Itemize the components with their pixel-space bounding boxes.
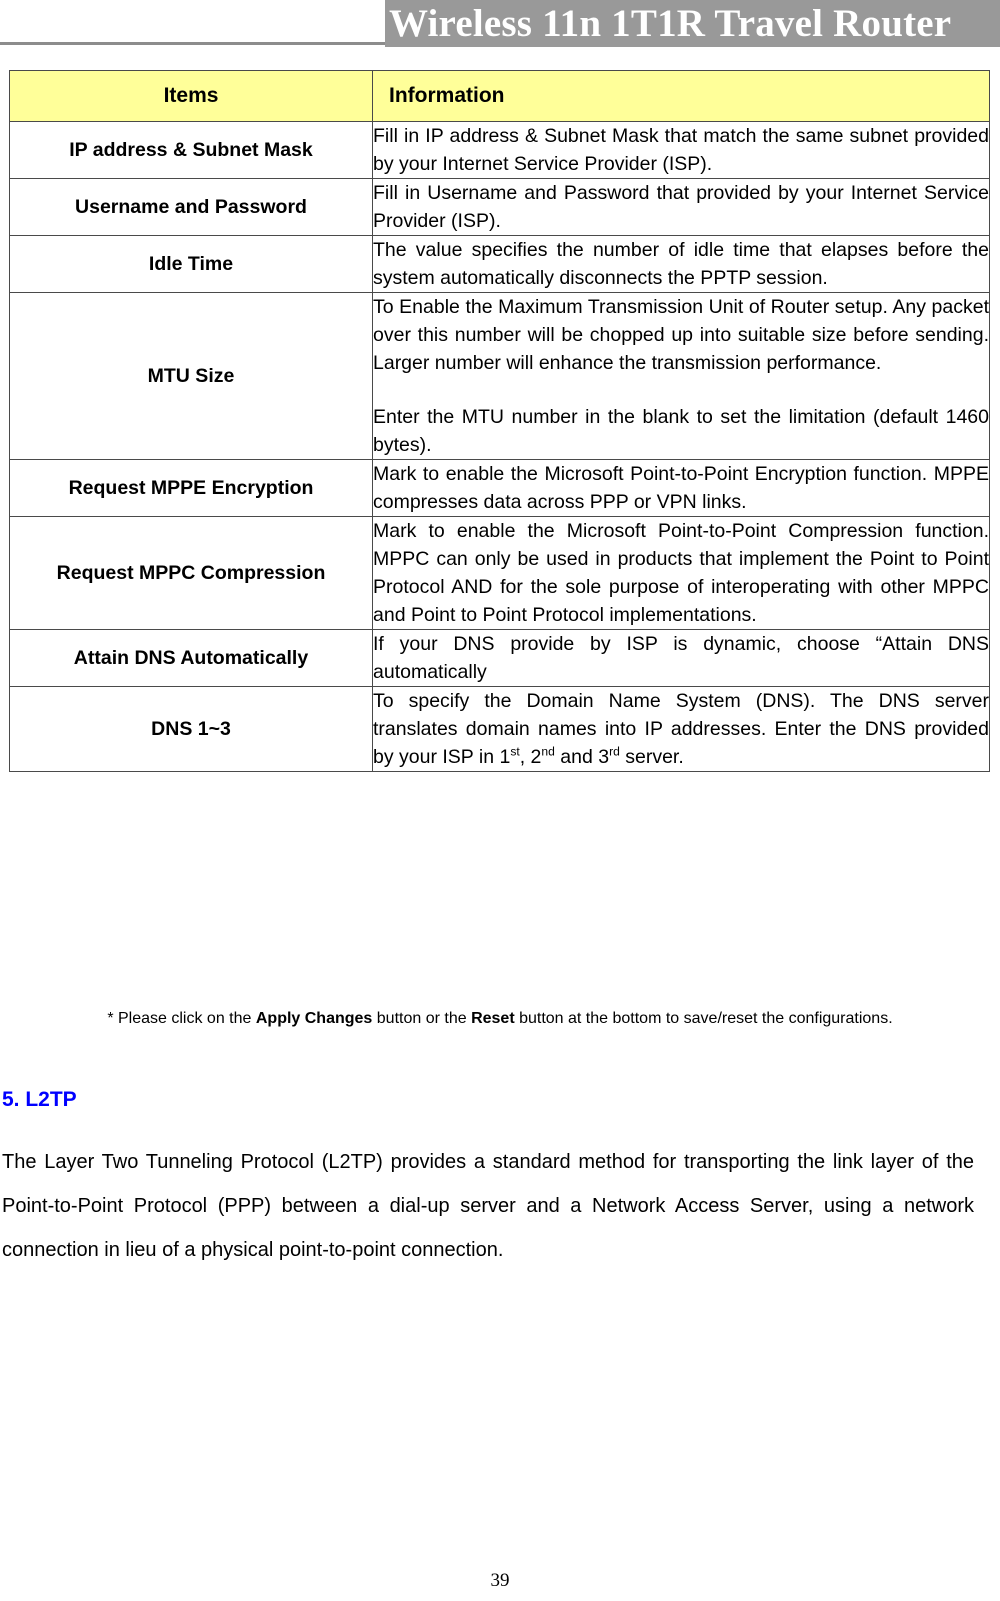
table-cell-description: Mark to enable the Microsoft Point-to-Po… — [372, 459, 990, 517]
footnote-mid: button or the — [372, 1010, 472, 1027]
table-header: Items Information — [9, 70, 990, 122]
description-paragraph: The value specifies the number of idle t… — [373, 239, 989, 289]
footnote-suffix: button at the bottom to save/reset the c… — [514, 1010, 893, 1027]
header-title: Wireless 11n 1T1R Travel Router — [389, 1, 952, 45]
column-header-items-label: Items — [163, 84, 219, 107]
column-header-information-label: Information — [389, 84, 505, 107]
table-row: Username and Password Fill in Username an… — [9, 178, 990, 236]
table-row: MTU Size To Enable the Maximum Transmissi… — [9, 292, 990, 460]
footnote: * Please click on the Apply Changes butt… — [0, 1008, 1000, 1030]
section-body-l2tp: The Layer Two Tunneling Protocol (L2TP) … — [2, 1151, 974, 1261]
section-heading-l2tp: 5. L2TP — [2, 1088, 77, 1111]
page-header: Wireless 11n 1T1R Travel Router — [0, 0, 1000, 52]
table-cell-description: If your DNS provide by ISP is dynamic, c… — [372, 629, 990, 687]
footnote-reset-label: Reset — [471, 1010, 515, 1027]
table-cell-item: IP address & Subnet Mask — [9, 121, 373, 179]
table-header-row: Items Information — [9, 70, 990, 122]
table-row: DNS 1~3 To specify the Domain Name System… — [9, 686, 990, 772]
table-cell-item: Attain DNS Automatically — [9, 629, 373, 687]
settings-description-table: Items Information IP address & Subnet Ma… — [9, 70, 990, 772]
table-body: IP address & Subnet Mask Fill in IP addre… — [9, 121, 990, 772]
table-cell-description: To specify the Domain Name System (DNS).… — [372, 686, 990, 772]
table-cell-item: Request MPPE Encryption — [9, 459, 373, 517]
column-header-items: Items — [9, 70, 373, 122]
column-header-information: Information — [372, 70, 990, 122]
description-paragraph: Enter the MTU number in the blank to set… — [373, 406, 989, 456]
table-cell-item: Username and Password — [9, 178, 373, 236]
description-paragraph: Fill in IP address & Subnet Mask that ma… — [373, 125, 989, 175]
description-paragraph: Mark to enable the Microsoft Point-to-Po… — [373, 520, 989, 626]
table-row: Request MPPC Compression Mark to enable t… — [9, 516, 990, 630]
page-number: 39 — [490, 1570, 510, 1591]
description-paragraph: To specify the Domain Name System (DNS).… — [373, 690, 989, 768]
description-paragraph: Fill in Username and Password that provi… — [373, 182, 989, 232]
table-cell-description: Fill in IP address & Subnet Mask that ma… — [372, 121, 990, 179]
table-cell-item: DNS 1~3 — [9, 686, 373, 772]
header-banner: Wireless 11n 1T1R Travel Router — [385, 0, 1000, 47]
table-row: Idle Time The value specifies the number … — [9, 235, 990, 293]
footnote-prefix: * Please click on the — [107, 1010, 256, 1027]
table-row: Request MPPE Encryption Mark to enable th… — [9, 459, 990, 517]
table-cell-item: Request MPPC Compression — [9, 516, 373, 630]
table-row: IP address & Subnet Mask Fill in IP addre… — [9, 121, 990, 179]
table-cell-description: To Enable the Maximum Transmission Unit … — [372, 292, 990, 460]
table-cell-description: Fill in Username and Password that provi… — [372, 178, 990, 236]
table-cell-description: Mark to enable the Microsoft Point-to-Po… — [372, 516, 990, 630]
settings-description-table-wrapper: Items Information IP address & Subnet Ma… — [9, 70, 990, 772]
description-paragraph: To Enable the Maximum Transmission Unit … — [373, 296, 989, 374]
header-divider-rule — [0, 42, 386, 45]
table-row: Attain DNS Automatically If your DNS prov… — [9, 629, 990, 687]
table-cell-description: The value specifies the number of idle t… — [372, 235, 990, 293]
footnote-apply-changes-label: Apply Changes — [255, 1010, 373, 1027]
description-paragraph: Mark to enable the Microsoft Point-to-Po… — [373, 463, 989, 513]
description-paragraph: If your DNS provide by ISP is dynamic, c… — [373, 633, 989, 683]
table-cell-item: Idle Time — [9, 235, 373, 293]
table-cell-item: MTU Size — [9, 292, 373, 460]
